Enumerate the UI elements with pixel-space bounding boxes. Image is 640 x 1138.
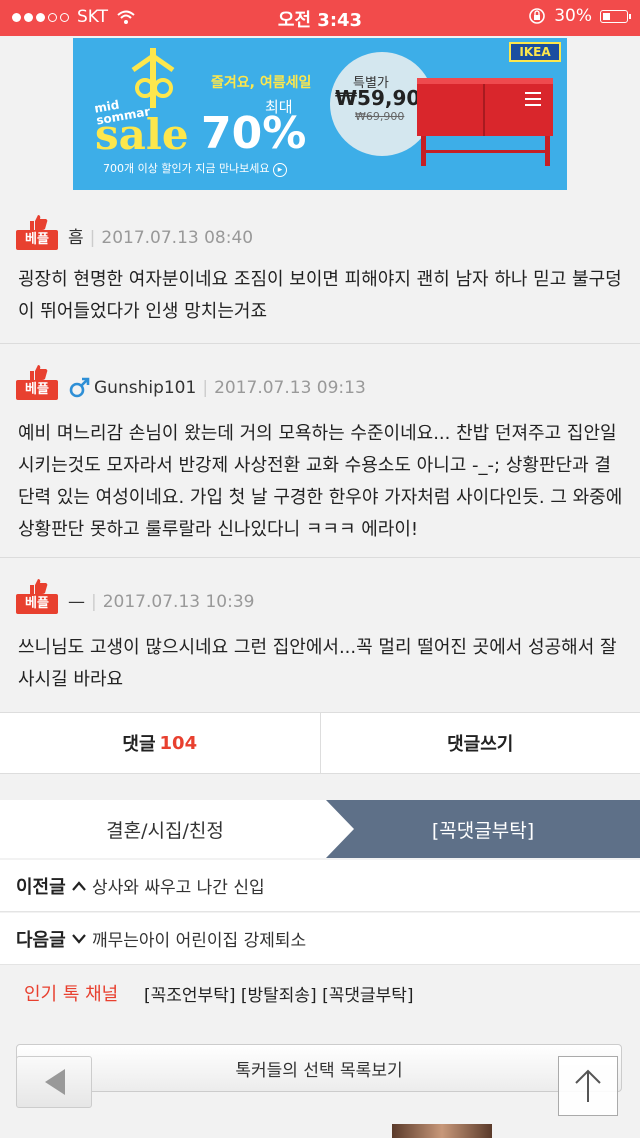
prev-post-key: 이전글 — [0, 873, 92, 899]
comments-button[interactable]: 댓글 104 — [0, 713, 321, 773]
best-reply-badge: 베플 — [16, 364, 58, 400]
chevron-right-icon: ▸ — [273, 163, 288, 177]
comment-author[interactable]: — — [68, 590, 85, 614]
comment-item: 베플 Gunship101 | 2017.07.13 09:13 예비 며느리감… — [0, 344, 640, 558]
comment-header: 베플 흠 | 2017.07.13 08:40 — [16, 210, 253, 250]
battery-icon — [600, 9, 631, 23]
comment-text: 굉장히 현명한 여자분이네요 조짐이 보이면 피해야지 괜히 남자 하나 믿고 … — [18, 269, 622, 322]
ad-footer-text: 700개 이상 할인가 지금 만나보세요 — [103, 162, 270, 175]
ad-footer: 700개 이상 할인가 지금 만나보세요 ▸ — [103, 160, 288, 177]
next-post-label: 다음글 — [16, 929, 66, 951]
chevron-down-icon — [71, 933, 86, 944]
back-button[interactable] — [16, 1056, 92, 1108]
best-reply-badge: 베플 — [16, 214, 58, 250]
ad-percent: 70% — [201, 108, 307, 159]
best-reply-badge: 베플 — [16, 578, 58, 614]
category-link[interactable]: 결혼/시집/친정 — [0, 800, 330, 858]
divider: | — [202, 378, 209, 398]
comment-header: 베플 — | 2017.07.13 10:39 — [16, 574, 254, 614]
comment-author[interactable]: Gunship101 — [94, 376, 196, 400]
cabinet-image — [417, 78, 553, 166]
hot-channel-row: 인기 톡 채널 [꼭조언부탁] [방탈죄송] [꼭댓글부탁] — [0, 966, 640, 1020]
comment-item: 베플 흠 | 2017.07.13 08:40 굉장히 현명한 여자분이네요 조… — [0, 194, 640, 344]
ad-sale: sale — [95, 110, 189, 159]
category-arrow — [326, 800, 354, 858]
comment-date: 2017.07.13 09:13 — [214, 378, 366, 398]
comments-label: 댓글 — [122, 734, 156, 755]
ad-old-price: ₩69,900 — [355, 110, 405, 123]
triangle-left-icon — [45, 1069, 65, 1095]
list-view-button[interactable]: 톡커들의 선택 목록보기 — [16, 1044, 622, 1092]
scroll-top-button[interactable] — [558, 1056, 618, 1116]
next-post-row[interactable]: 다음글 깨무는아이 어린이집 강제퇴소 — [0, 913, 640, 965]
chevron-up-icon — [71, 880, 86, 891]
arrow-up-icon — [575, 1069, 601, 1102]
status-bar: SKT 오전 3:43 30% — [0, 0, 640, 36]
best-reply-label: 베플 — [16, 230, 58, 250]
best-reply-label: 베플 — [16, 380, 58, 400]
channel-link[interactable]: [꼭댓글부탁] — [326, 800, 640, 858]
category-bar: 결혼/시집/친정 [꼭댓글부탁] — [0, 800, 640, 858]
thumbs-up-icon — [30, 365, 48, 380]
hot-channel-label: 인기 톡 채널 — [24, 984, 119, 1005]
comment-author-wrap[interactable]: Gunship101 — [68, 376, 196, 400]
thumbs-up-icon — [30, 579, 48, 594]
male-icon — [69, 377, 90, 398]
next-post-title[interactable]: 깨무는아이 어린이집 강제퇴소 — [92, 926, 306, 951]
divider: | — [89, 228, 96, 248]
ikea-brand: IKEA — [519, 45, 551, 59]
thumbs-up-icon — [30, 215, 48, 230]
next-post-key: 다음글 — [0, 926, 92, 952]
comment-date: 2017.07.13 10:39 — [102, 592, 255, 612]
battery-percent: 30% — [554, 6, 592, 26]
comment-text: 쓰니님도 고생이 많으시네요 그런 집안에서...꼭 멀리 떨어진 곳에서 성공… — [18, 637, 617, 690]
ad-area: mid sommar sale 즐겨요, 여름세일 최대 70% 700개 이상 … — [0, 36, 640, 194]
ikea-logo: IKEA — [509, 42, 561, 62]
ad-banner[interactable]: mid sommar sale 즐겨요, 여름세일 최대 70% 700개 이상 … — [73, 38, 567, 190]
comment-item: 베플 — | 2017.07.13 10:39 쓰니님도 고생이 많으시네요 그… — [0, 558, 640, 712]
hot-channel-links[interactable]: [꼭조언부탁] [방탈죄송] [꼭댓글부탁] — [144, 981, 414, 1006]
write-comment-label: 댓글쓰기 — [447, 734, 514, 755]
list-view-label: 톡커들의 선택 목록보기 — [235, 1060, 403, 1081]
write-comment-button[interactable]: 댓글쓰기 — [321, 713, 640, 773]
prev-post-row[interactable]: 이전글 상사와 싸우고 나간 신입 — [0, 860, 640, 912]
reply-bar: 댓글 104 댓글쓰기 — [0, 712, 640, 774]
ad-tagline: 즐겨요, 여름세일 — [211, 75, 312, 91]
prev-post-label: 이전글 — [16, 876, 66, 898]
comments-count: 104 — [159, 732, 198, 754]
orientation-lock-icon — [529, 8, 546, 24]
thumbnail-image[interactable] — [392, 1124, 492, 1138]
comment-text: 예비 며느리감 손님이 왔는데 거의 모욕하는 수준이네요... 찬밥 던져주고… — [18, 423, 623, 540]
prev-post-title[interactable]: 상사와 싸우고 나간 신입 — [92, 873, 265, 898]
comment-header: 베플 Gunship101 | 2017.07.13 09:13 — [16, 360, 366, 400]
comment-author[interactable]: 흠 — [68, 226, 84, 250]
comment-date: 2017.07.13 08:40 — [101, 228, 254, 248]
best-reply-label: 베플 — [16, 594, 58, 614]
divider: | — [91, 592, 97, 612]
